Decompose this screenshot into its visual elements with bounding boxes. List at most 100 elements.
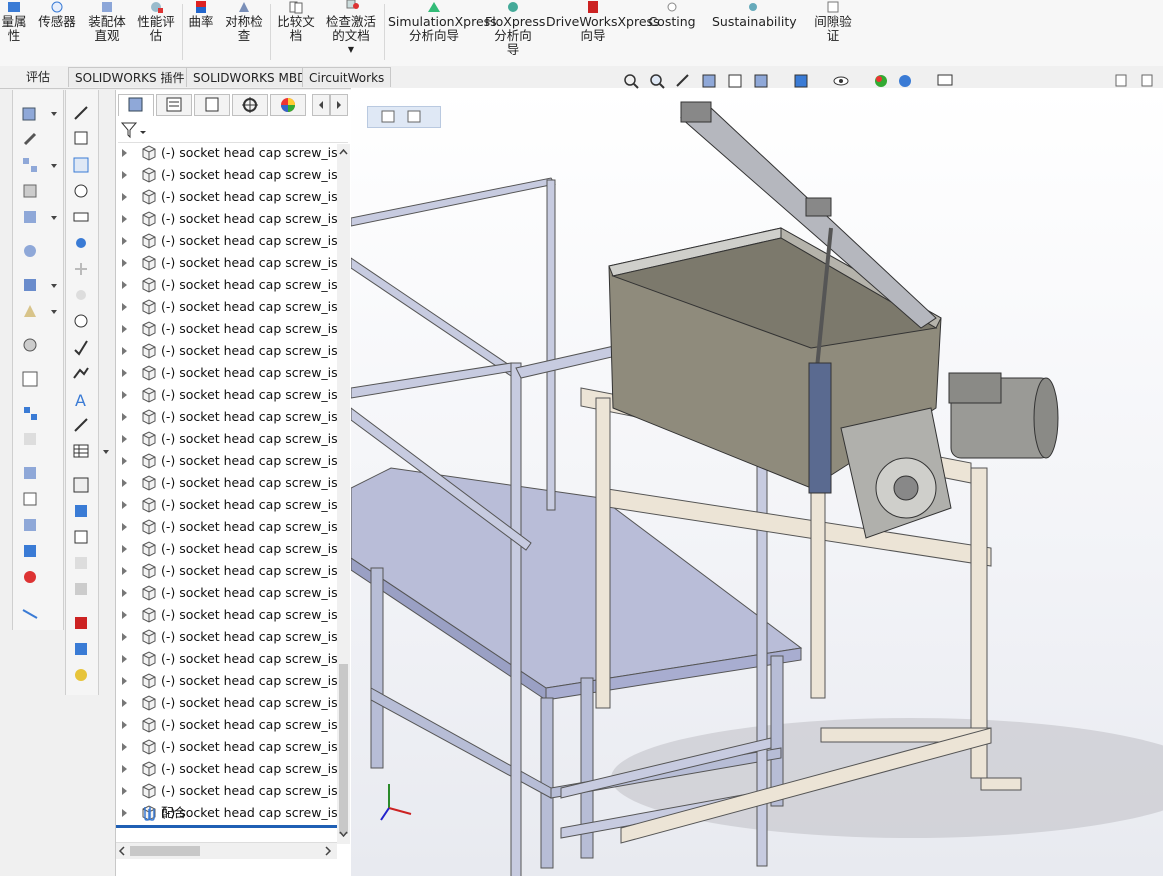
expand-arrow-icon[interactable]: [122, 215, 127, 223]
tree-item[interactable]: (-) socket head cap screw_iso: [116, 274, 342, 296]
driveworksxpress-button[interactable]: DriveWorksXpress 向导: [546, 0, 660, 43]
datum-feature-icon[interactable]: [72, 338, 90, 356]
previous-view-icon[interactable]: [674, 72, 692, 90]
tabs-scroll-left[interactable]: [312, 94, 330, 116]
move-component-icon[interactable]: [21, 208, 39, 226]
expand-arrow-icon[interactable]: [122, 149, 127, 157]
sustainability-button[interactable]: Sustainability: [712, 0, 797, 29]
clearance-verification-button[interactable]: 间隙验 证: [808, 0, 858, 43]
expand-arrow-icon[interactable]: [122, 655, 127, 663]
tree-item[interactable]: (-) socket head cap screw_iso: [116, 692, 342, 714]
expand-arrow-icon[interactable]: [122, 787, 127, 795]
tree-item-mates[interactable]: 配合: [116, 802, 342, 824]
tree-horizontal-scrollbar[interactable]: [116, 842, 337, 859]
tree-item[interactable]: (-) socket head cap screw_iso: [116, 758, 342, 780]
expand-arrow-icon[interactable]: [122, 721, 127, 729]
exploded-view-icon[interactable]: [21, 404, 39, 422]
smart-dimension-icon[interactable]: [72, 104, 90, 122]
explode-line-icon[interactable]: [21, 430, 39, 448]
assembly-features-icon[interactable]: [21, 276, 39, 294]
expand-arrow-icon[interactable]: [122, 699, 127, 707]
tree-item[interactable]: (-) socket head cap screw_iso: [116, 296, 342, 318]
magnetic-mates-icon[interactable]: [21, 568, 39, 586]
tree-item[interactable]: (-) socket head cap screw_iso: [116, 428, 342, 450]
simulationxpress-button[interactable]: SimulationXpress 分析向导: [388, 0, 497, 43]
assembly-visualization-button[interactable]: 装配体 直观: [85, 0, 129, 43]
expand-arrow-icon[interactable]: [122, 281, 127, 289]
rollback-bar[interactable]: [116, 825, 337, 828]
linear-pattern-icon[interactable]: [21, 156, 39, 174]
floxpress-button[interactable]: FloXpress 分析向 导: [485, 0, 545, 57]
tree-item[interactable]: (-) socket head cap screw_iso: [116, 494, 342, 516]
tabs-scroll-right[interactable]: [330, 94, 348, 116]
view-orientation-icon[interactable]: [752, 72, 770, 90]
chevron-down-icon[interactable]: [51, 310, 57, 314]
tab-solidworks-mbd[interactable]: SOLIDWORKS MBD: [186, 67, 314, 87]
tab-display-manager[interactable]: [270, 94, 306, 116]
apply-scene-icon[interactable]: [896, 72, 914, 90]
balloon-icon[interactable]: [72, 156, 90, 174]
geometric-tolerance-icon[interactable]: [72, 312, 90, 330]
expand-arrow-icon[interactable]: [122, 325, 127, 333]
smart-fasteners-icon[interactable]: [21, 182, 39, 200]
mate-icon[interactable]: [21, 130, 39, 148]
reference-geometry-icon[interactable]: [21, 302, 39, 320]
chevron-down-icon[interactable]: [51, 284, 57, 288]
cosmetic-thread-icon[interactable]: [72, 416, 90, 434]
auto-balloon-icon[interactable]: [72, 182, 90, 200]
tab-evaluate[interactable]: 评估: [20, 67, 56, 87]
tree-item[interactable]: (-) socket head cap screw_iso: [116, 604, 342, 626]
tree-item[interactable]: (-) socket head cap screw_iso: [116, 164, 342, 186]
publish-3d-icon[interactable]: [72, 640, 90, 658]
bill-of-materials-icon[interactable]: [21, 370, 39, 388]
expand-arrow-icon[interactable]: [122, 611, 127, 619]
expand-arrow-icon[interactable]: [122, 479, 127, 487]
expand-arrow-icon[interactable]: [122, 523, 127, 531]
cut-list-icon[interactable]: [21, 602, 39, 620]
tab-property-manager[interactable]: [156, 94, 192, 116]
surface-finish-icon[interactable]: [72, 234, 90, 252]
expand-arrow-icon[interactable]: [122, 457, 127, 465]
expand-arrow-icon[interactable]: [122, 237, 127, 245]
tree-item[interactable]: (-) socket head cap screw_iso: [116, 362, 342, 384]
tree-filter[interactable]: [118, 120, 348, 143]
expand-arrow-icon[interactable]: [122, 347, 127, 355]
expand-arrow-icon[interactable]: [122, 369, 127, 377]
tab-feature-manager[interactable]: [118, 94, 154, 116]
expand-arrow-icon[interactable]: [122, 545, 127, 553]
chevron-down-icon[interactable]: ▼: [322, 43, 380, 57]
symmetry-check-button[interactable]: 对称检 查: [221, 0, 267, 43]
tree-item[interactable]: (-) socket head cap screw_iso: [116, 406, 342, 428]
expand-arrow-icon[interactable]: [122, 171, 127, 179]
expand-arrow-icon[interactable]: [122, 633, 127, 641]
show-tolerance-icon[interactable]: [72, 580, 90, 598]
dynamic-annotation-icon[interactable]: [726, 72, 744, 90]
tab-solidworks-addins[interactable]: SOLIDWORKS 插件: [68, 67, 192, 87]
tab-configuration-manager[interactable]: [194, 94, 230, 116]
zoom-to-area-icon[interactable]: [648, 72, 666, 90]
note-icon[interactable]: [72, 130, 90, 148]
auto-dimension-icon[interactable]: [72, 554, 90, 572]
datum-target-icon[interactable]: [72, 364, 90, 382]
insert-component-icon[interactable]: [21, 104, 39, 122]
instant3d-icon[interactable]: [21, 464, 39, 482]
update-speedpak-icon[interactable]: [21, 490, 39, 508]
tree-item[interactable]: (-) socket head cap screw_iso: [116, 186, 342, 208]
dimxpert-icon[interactable]: [72, 528, 90, 546]
expand-arrow-icon[interactable]: [122, 259, 127, 267]
tree-item[interactable]: (-) socket head cap screw_iso: [116, 736, 342, 758]
tree-item[interactable]: (-) socket head cap screw_iso: [116, 648, 342, 670]
magnetic-line-icon[interactable]: [72, 208, 90, 226]
tree-item[interactable]: (-) socket head cap screw_iso: [116, 318, 342, 340]
expand-arrow-icon[interactable]: [122, 501, 127, 509]
model-hopper-assembly[interactable]: [351, 88, 1163, 876]
take-snapshot-icon[interactable]: [21, 516, 39, 534]
3d-view-icon[interactable]: [72, 476, 90, 494]
expand-arrow-icon[interactable]: [122, 589, 127, 597]
tree-item[interactable]: (-) socket head cap screw_iso: [116, 538, 342, 560]
tree-item[interactable]: (-) socket head cap screw_iso: [116, 714, 342, 736]
tree-item[interactable]: (-) socket head cap screw_iso: [116, 472, 342, 494]
performance-evaluation-button[interactable]: 性能评 估: [134, 0, 178, 43]
new-motion-study-icon[interactable]: [21, 336, 39, 354]
tree-item[interactable]: (-) socket head cap screw_iso: [116, 208, 342, 230]
